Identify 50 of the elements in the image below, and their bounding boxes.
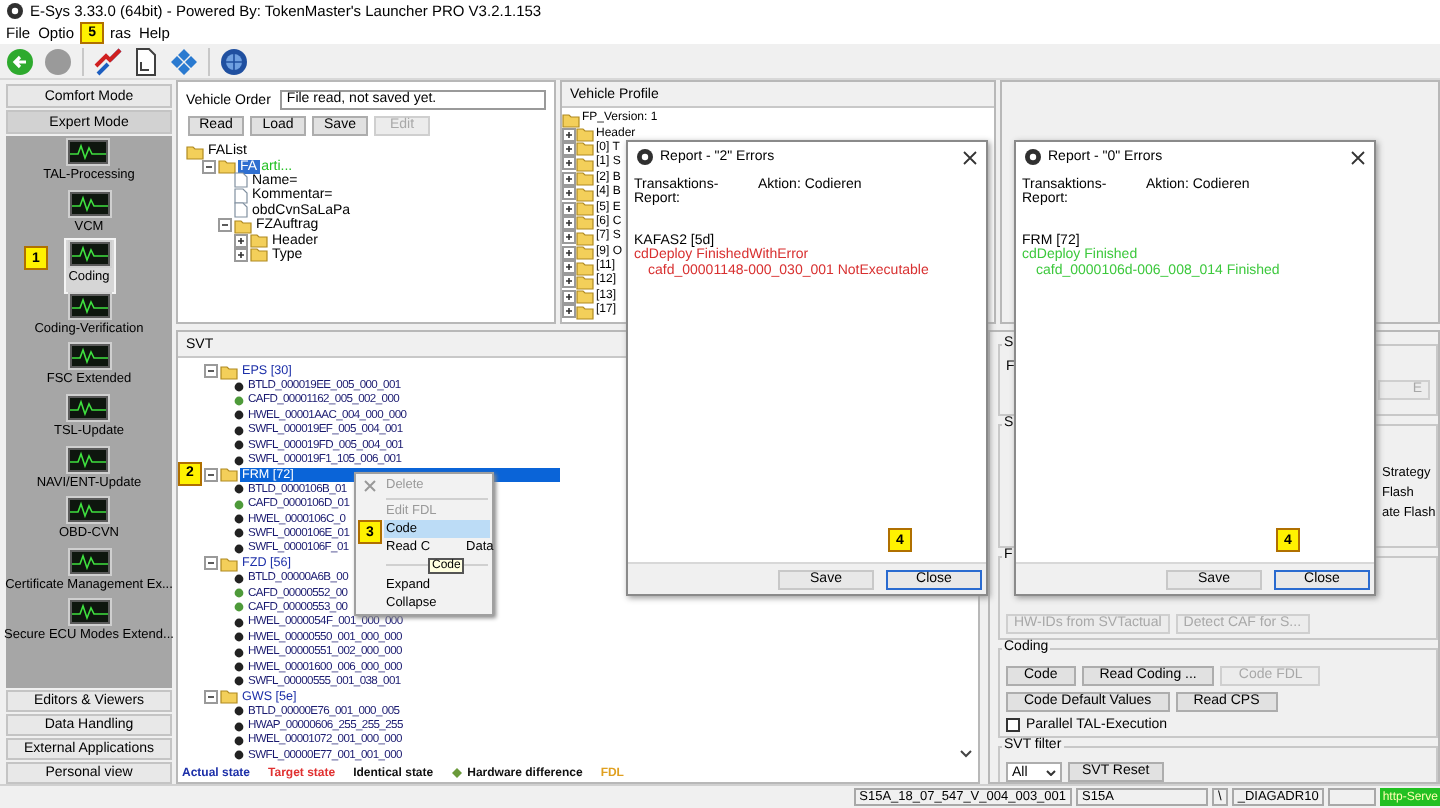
help-icon[interactable]	[220, 47, 248, 75]
folder-icon	[220, 466, 238, 483]
monitor-icon	[67, 342, 111, 371]
diamond-icon[interactable]	[170, 47, 198, 75]
collapse-icon[interactable]	[202, 159, 216, 174]
document-icon[interactable]	[132, 47, 160, 75]
expand-icon[interactable]	[562, 156, 576, 171]
caret-icon[interactable]	[960, 750, 972, 758]
expand-icon[interactable]	[562, 304, 576, 319]
expand-icon[interactable]	[562, 274, 576, 289]
diamond-icon	[451, 768, 462, 778]
expand-icon[interactable]	[562, 215, 576, 230]
app-icon	[636, 148, 654, 166]
monitor-icon	[66, 138, 111, 166]
expand-icon[interactable]	[234, 247, 248, 262]
app-icon	[1024, 148, 1042, 166]
monitor-icon	[66, 496, 111, 525]
collapse-icon[interactable]	[218, 218, 232, 233]
expand-icon[interactable]	[562, 171, 576, 186]
expand-icon[interactable]	[562, 201, 576, 216]
monitor-icon	[67, 547, 111, 576]
monitor-icon	[67, 240, 111, 269]
folder-icon	[220, 688, 238, 705]
expand-icon[interactable]	[562, 230, 576, 245]
expand-icon[interactable]	[562, 245, 576, 260]
close-icon[interactable]	[1350, 149, 1366, 165]
arrows-icon[interactable]	[94, 47, 122, 75]
monitor-icon	[66, 393, 111, 422]
checkbox[interactable]	[1006, 718, 1020, 732]
expand-icon[interactable]	[562, 289, 576, 304]
collapse-icon[interactable]	[204, 364, 218, 379]
back-icon[interactable]	[6, 47, 34, 75]
expand-icon[interactable]	[562, 127, 576, 142]
folder-icon	[220, 363, 238, 380]
expand-icon[interactable]	[562, 141, 576, 156]
folder-icon	[220, 555, 238, 572]
monitor-icon	[67, 189, 111, 218]
close-icon[interactable]	[962, 149, 978, 165]
monitor-icon	[67, 598, 111, 627]
delete-icon	[364, 480, 376, 492]
status-cell	[1328, 788, 1377, 806]
monitor-icon	[67, 291, 111, 320]
collapse-icon[interactable]	[204, 689, 218, 704]
collapse-icon[interactable]	[204, 556, 218, 571]
expand-icon[interactable]	[234, 233, 248, 248]
caret-icon	[1046, 769, 1056, 775]
expand-icon[interactable]	[562, 186, 576, 201]
collapse-icon[interactable]	[204, 467, 218, 482]
expand-icon[interactable]	[562, 260, 576, 275]
monitor-icon	[66, 445, 111, 474]
